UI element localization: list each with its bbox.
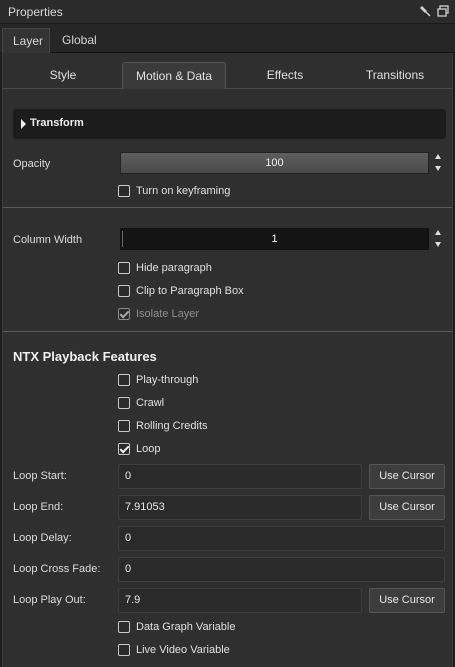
play-through-checkbox[interactable]: Play-through: [118, 372, 198, 388]
checkbox-box[interactable]: [118, 262, 130, 274]
hide-paragraph-label: Hide paragraph: [136, 262, 212, 274]
checkbox-box[interactable]: [118, 397, 130, 409]
column-width-stepper[interactable]: [434, 228, 444, 250]
subtab-effects[interactable]: Effects: [237, 62, 333, 89]
checkbox-box[interactable]: [118, 621, 130, 633]
loop-delay-input[interactable]: 0: [118, 526, 445, 551]
subtab-style[interactable]: Style: [17, 62, 109, 89]
subtab-motion-data[interactable]: Motion & Data: [122, 62, 226, 89]
loop-play-out-use-cursor-button[interactable]: Use Cursor: [369, 588, 445, 613]
playback-heading: NTX Playback Features: [13, 349, 157, 364]
divider: [3, 207, 452, 208]
stepper-down-icon[interactable]: [435, 242, 441, 247]
isolate-layer-label: Isolate Layer: [136, 308, 199, 320]
tab-layer[interactable]: Layer: [2, 28, 50, 53]
stepper-down-icon[interactable]: [435, 166, 441, 171]
column-width-label: Column Width: [13, 234, 83, 246]
crawl-checkbox[interactable]: Crawl: [118, 395, 164, 411]
rolling-credits-checkbox[interactable]: Rolling Credits: [118, 418, 208, 434]
data-graph-variable-checkbox[interactable]: Data Graph Variable: [118, 619, 235, 635]
loop-play-out-input[interactable]: 7.9: [118, 588, 362, 613]
float-window-icon[interactable]: [436, 4, 450, 18]
column-width-value: 1: [271, 233, 278, 245]
loop-label: Loop: [136, 443, 161, 455]
loop-cross-fade-label: Loop Cross Fade:: [13, 563, 101, 575]
checkbox-box[interactable]: [118, 374, 130, 386]
crawl-label: Crawl: [136, 397, 165, 409]
loop-end-input[interactable]: 7.91053: [118, 495, 362, 520]
stepper-up-icon[interactable]: [435, 154, 441, 159]
isolate-layer-checkbox: Isolate Layer: [118, 306, 199, 322]
top-tabbar: Layer Global: [0, 24, 455, 53]
rolling-credits-label: Rolling Credits: [136, 420, 208, 432]
tab-global[interactable]: Global: [52, 28, 108, 53]
checkbox-box[interactable]: [118, 420, 130, 432]
hide-paragraph-checkbox[interactable]: Hide paragraph: [118, 260, 212, 276]
loop-start-input[interactable]: 0: [118, 464, 362, 489]
stepper-up-icon[interactable]: [435, 230, 441, 235]
subtab-transitions[interactable]: Transitions: [347, 62, 443, 89]
clip-to-box-checkbox[interactable]: Clip to Paragraph Box: [118, 283, 244, 299]
loop-delay-label: Loop Delay:: [13, 532, 72, 544]
loop-checkbox[interactable]: Loop: [118, 441, 160, 457]
expand-triangle-icon: [21, 119, 26, 129]
window-titlebar: Properties: [0, 0, 455, 24]
keyframing-checkbox[interactable]: Turn on keyframing: [118, 183, 230, 199]
checkbox-box: [118, 308, 130, 320]
loop-cross-fade-input[interactable]: 0: [118, 557, 445, 582]
data-graph-variable-label: Data Graph Variable: [136, 621, 236, 633]
checkbox-box[interactable]: [118, 185, 130, 197]
properties-panel: Style Motion & Data Effects Transitions …: [2, 53, 453, 667]
opacity-stepper[interactable]: [434, 152, 444, 174]
live-video-variable-checkbox[interactable]: Live Video Variable: [118, 642, 230, 658]
sub-tabbar: Style Motion & Data Effects Transitions: [3, 53, 452, 89]
loop-play-out-label: Loop Play Out:: [13, 594, 86, 606]
keyframing-label: Turn on keyframing: [136, 185, 231, 197]
opacity-label: Opacity: [13, 158, 51, 170]
live-video-variable-label: Live Video Variable: [136, 644, 230, 656]
transform-label: Transform: [30, 117, 84, 129]
checkbox-box[interactable]: [118, 443, 130, 455]
column-width-slider[interactable]: 1: [120, 228, 429, 250]
checkbox-box[interactable]: [118, 644, 130, 656]
divider: [3, 331, 452, 332]
pin-icon[interactable]: [418, 4, 432, 18]
slider-handle[interactable]: [122, 231, 123, 247]
opacity-slider[interactable]: 100: [120, 152, 429, 174]
loop-end-label: Loop End:: [13, 501, 64, 513]
window-title: Properties: [8, 5, 63, 19]
clip-to-box-label: Clip to Paragraph Box: [136, 285, 244, 297]
transform-section-header[interactable]: Transform: [13, 109, 446, 139]
loop-start-label: Loop Start:: [13, 470, 67, 482]
loop-end-use-cursor-button[interactable]: Use Cursor: [369, 495, 445, 520]
checkbox-box[interactable]: [118, 285, 130, 297]
loop-start-use-cursor-button[interactable]: Use Cursor: [369, 464, 445, 489]
play-through-label: Play-through: [136, 374, 199, 386]
